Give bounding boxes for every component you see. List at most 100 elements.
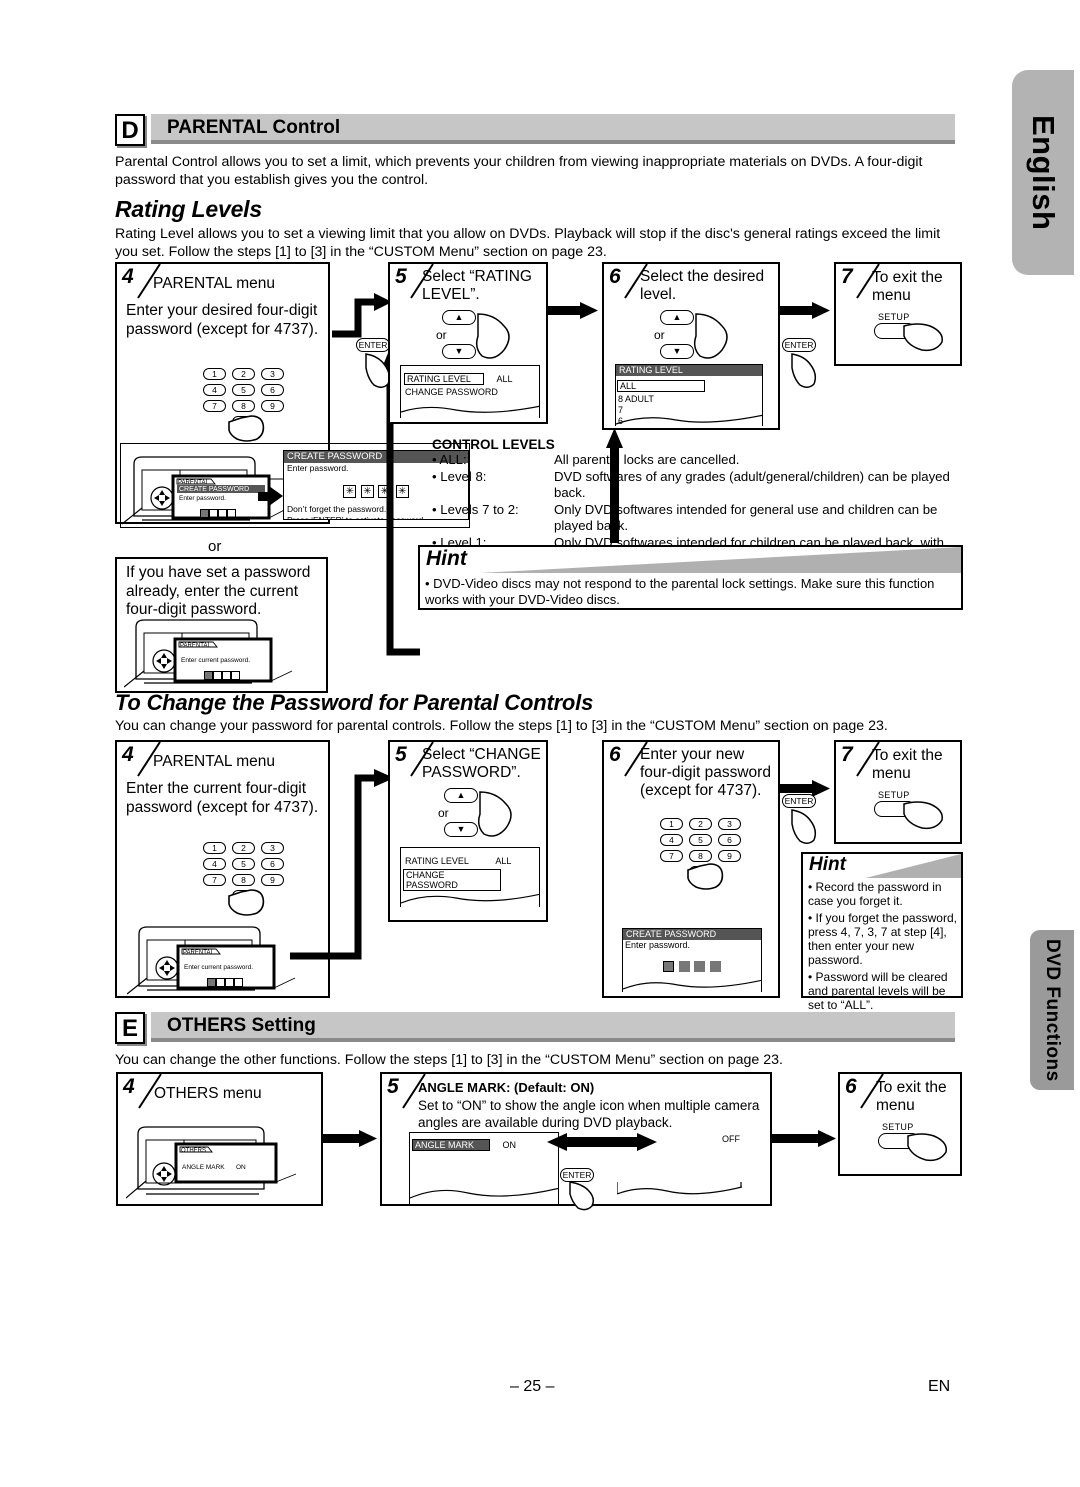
control-levels-row: • Levels 7 to 2: Only DVD softwares inte… xyxy=(432,502,972,535)
up-button[interactable]: ▲ xyxy=(660,310,694,325)
step-title: PARENTAL menu xyxy=(153,275,276,292)
sidebar-tab-english[interactable]: English xyxy=(1012,70,1074,275)
enter-button[interactable]: ENTER xyxy=(560,1168,594,1182)
key-7[interactable]: 7 xyxy=(203,400,226,412)
osd-row-change-password[interactable]: CHANGE PASSWORD xyxy=(401,387,539,398)
key-4[interactable]: 4 xyxy=(203,384,226,396)
password-box-4 xyxy=(231,671,240,680)
hint-item: • If you forget the password, press 4, 7… xyxy=(808,911,957,967)
osd-line: Enter current password. xyxy=(181,657,251,664)
key-1[interactable]: 1 xyxy=(203,368,226,380)
key-8[interactable]: 8 xyxy=(232,400,255,412)
sidebar-tab-dvd-functions[interactable]: DVD Functions xyxy=(1030,930,1074,1090)
up-button[interactable]: ▲ xyxy=(444,788,478,803)
enter-button[interactable]: ENTER xyxy=(782,338,816,352)
key-7[interactable]: 7 xyxy=(203,874,226,886)
key-1[interactable]: 1 xyxy=(203,842,226,854)
hint-box-change-password: Hint • Record the password in case you f… xyxy=(801,852,963,1012)
osd-value-off: OFF xyxy=(722,1134,740,1144)
setup-button[interactable] xyxy=(874,323,916,339)
osd-row-rating-level[interactable]: RATING LEVEL xyxy=(405,856,469,866)
key-2[interactable]: 2 xyxy=(689,818,712,830)
osd-header: RATING LEVEL xyxy=(616,365,762,376)
key-2[interactable]: 2 xyxy=(232,842,255,854)
key-9[interactable]: 9 xyxy=(718,850,741,862)
or-label: or xyxy=(438,806,449,820)
step-number: 4 xyxy=(122,743,134,766)
down-button[interactable]: ▼ xyxy=(442,344,476,359)
osd-tag-parental: PARENTAL xyxy=(183,950,214,956)
flow-connector-4-to-5-change xyxy=(290,769,394,960)
torn-edge-icon xyxy=(410,1187,558,1199)
step-number: 5 xyxy=(395,743,407,766)
password-boxes xyxy=(207,974,243,992)
key-3[interactable]: 3 xyxy=(261,842,284,854)
enter-button[interactable]: ENTER xyxy=(782,794,816,808)
osd-label-angle-mark[interactable]: ANGLE MARK xyxy=(412,1139,490,1151)
key-6[interactable]: 6 xyxy=(718,834,741,846)
pointing-hand-icon xyxy=(475,313,510,359)
key-8[interactable]: 8 xyxy=(232,874,255,886)
key-9[interactable]: 9 xyxy=(261,874,284,886)
flow-arrow-4-to-5 xyxy=(332,293,392,338)
key-3[interactable]: 3 xyxy=(261,368,284,380)
flow-arrow-5-to-6 xyxy=(548,302,598,319)
section-header-parental-control: D PARENTAL Control xyxy=(115,114,955,148)
key-0[interactable]: 0 xyxy=(232,416,255,428)
numeric-keypad[interactable]: 123 456 789 0 xyxy=(660,818,741,882)
control-levels-row: • Level 8: DVD softwares of any grades (… xyxy=(432,469,972,502)
down-button[interactable]: ▼ xyxy=(444,822,478,837)
osd-row-angle-mark[interactable]: ANGLE MARK xyxy=(182,1164,225,1171)
osd-tag-parental: PARENTAL xyxy=(180,643,211,649)
key-0[interactable]: 0 xyxy=(232,890,255,902)
password-box-1 xyxy=(663,961,675,972)
torn-edge-icon xyxy=(401,405,539,413)
key-5[interactable]: 5 xyxy=(232,858,255,870)
osd-row-change-password[interactable]: CHANGE PASSWORD xyxy=(403,869,501,891)
key-5[interactable]: 5 xyxy=(689,834,712,846)
numeric-keypad[interactable]: 123 456 789 0 xyxy=(203,368,284,432)
key-0[interactable]: 0 xyxy=(689,866,712,878)
torn-edge-icon xyxy=(401,893,539,904)
pointing-hand-icon xyxy=(477,791,512,837)
key-9[interactable]: 9 xyxy=(261,400,284,412)
password-boxes xyxy=(623,959,761,977)
key-7[interactable]: 7 xyxy=(660,850,683,862)
osd-angle-mark-on: ANGLE MARK ON xyxy=(409,1132,559,1204)
rating-levels-intro: Rating Level allows you to set a viewing… xyxy=(115,226,941,260)
step-box-6-others: 6 To exit the menu SETUP xyxy=(838,1072,962,1176)
setup-button[interactable] xyxy=(874,801,916,817)
key-6[interactable]: 6 xyxy=(261,858,284,870)
key-5[interactable]: 5 xyxy=(232,384,255,396)
key-4[interactable]: 4 xyxy=(660,834,683,846)
key-6[interactable]: 6 xyxy=(261,384,284,396)
control-level-key: • Levels 7 to 2: xyxy=(432,501,519,517)
up-button[interactable]: ▲ xyxy=(442,310,476,325)
numeric-keypad[interactable]: 123 456 789 0 xyxy=(203,842,284,906)
step-box-5-rating: 5 Select “RATING LEVEL”. ▲ or ▼ RATING L… xyxy=(388,262,548,424)
osd-item-all[interactable]: ALL xyxy=(617,380,705,392)
or-label: or xyxy=(654,328,665,342)
key-4[interactable]: 4 xyxy=(203,858,226,870)
key-8[interactable]: 8 xyxy=(689,850,712,862)
osd-item-8[interactable]: 8 ADULT xyxy=(616,394,762,405)
key-1[interactable]: 1 xyxy=(660,818,683,830)
key-2[interactable]: 2 xyxy=(232,368,255,380)
or-label: or xyxy=(208,538,222,555)
control-levels-row: • ALL: All parental locks are cancelled. xyxy=(432,452,972,469)
password-boxes xyxy=(204,667,240,685)
step-title: Enter your new four-digit password (exce… xyxy=(640,746,771,799)
osd-row-rating-level[interactable]: RATING LEVEL xyxy=(404,373,484,385)
step-box-5-change-password: 5 Select “CHANGE PASSWORD”. ▲ or ▼ RATIN… xyxy=(388,740,548,922)
step-text: Set to “ON” to show the angle icon when … xyxy=(418,1098,760,1130)
enter-button[interactable]: ENTER xyxy=(356,338,390,352)
section-title-parental-control: PARENTAL Control xyxy=(167,117,341,138)
page-number: – 25 – xyxy=(510,1378,555,1395)
hint-item: • DVD-Video discs may not respond to the… xyxy=(425,576,935,607)
down-button[interactable]: ▼ xyxy=(660,344,694,359)
setup-button[interactable] xyxy=(878,1133,920,1149)
key-3[interactable]: 3 xyxy=(718,818,741,830)
step-title: Select the desired level. xyxy=(640,268,765,303)
language-code: EN xyxy=(928,1378,951,1395)
password-box-1 xyxy=(207,978,216,987)
